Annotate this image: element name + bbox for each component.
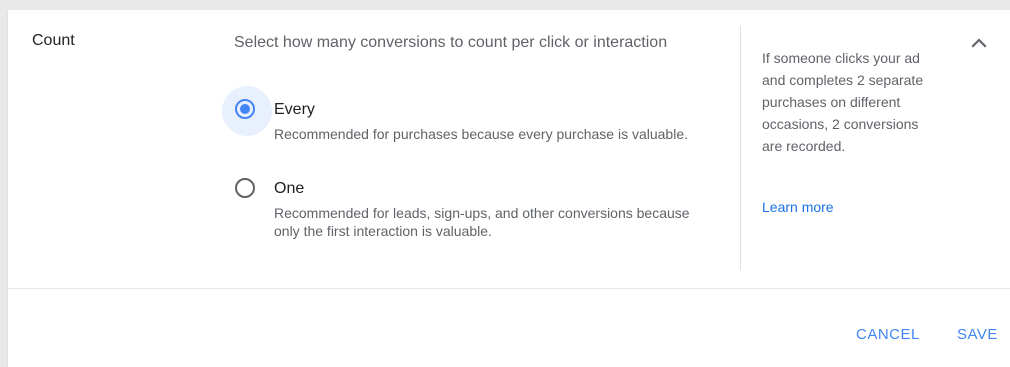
option-one-title[interactable]: One (274, 180, 304, 198)
radio-one[interactable] (235, 178, 255, 198)
cancel-button[interactable]: CANCEL (856, 326, 920, 343)
footer-divider (8, 288, 1010, 289)
section-label: Count (32, 32, 75, 49)
radio-one-wrap[interactable] (222, 165, 272, 215)
radio-every[interactable] (235, 99, 255, 119)
count-settings-panel: Count Select how many conversions to cou… (8, 10, 1010, 367)
option-every-description: Recommended for purchases because every … (274, 126, 689, 142)
option-every-title[interactable]: Every (274, 101, 315, 119)
option-one-description: Recommended for leads, sign-ups, and oth… (274, 205, 690, 239)
save-button[interactable]: SAVE (957, 326, 998, 343)
count-question: Select how many conversions to count per… (234, 34, 668, 51)
chevron-up-icon[interactable] (966, 32, 992, 54)
vertical-divider (740, 26, 741, 270)
radio-focus-halo[interactable] (222, 86, 272, 136)
learn-more-link[interactable]: Learn more (762, 199, 834, 215)
help-text: If someone clicks your ad and completes … (762, 50, 924, 154)
